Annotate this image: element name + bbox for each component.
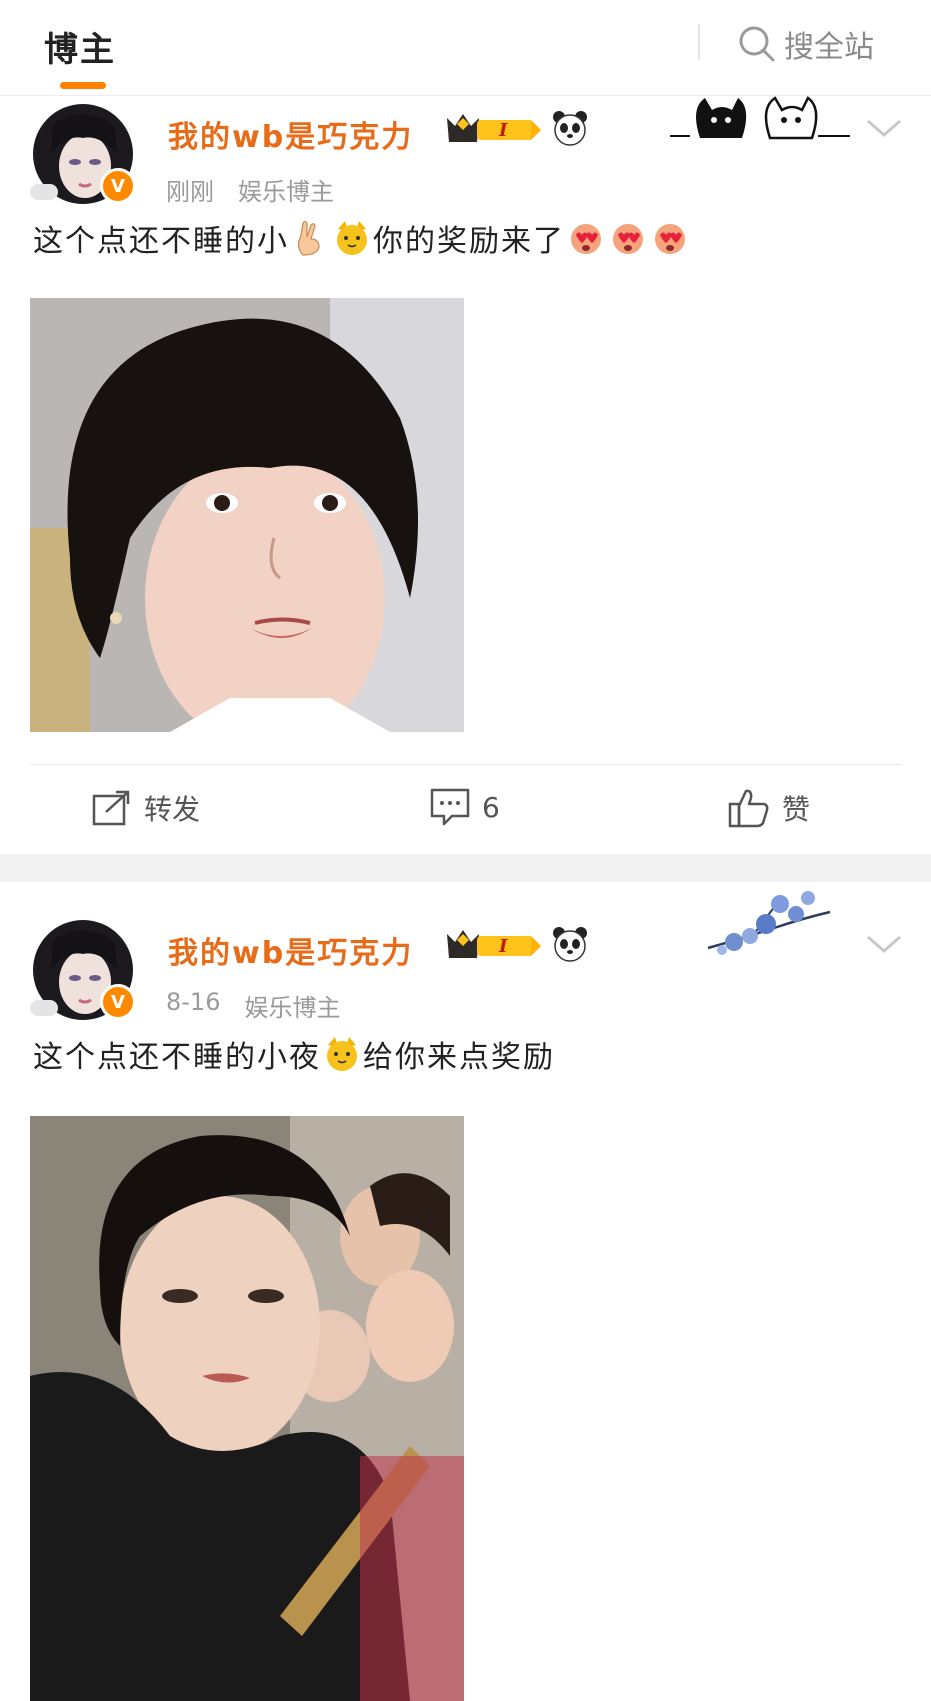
top-bar: 博主 搜全站 xyxy=(0,0,931,96)
victory-hand-icon xyxy=(297,220,320,256)
post-separator xyxy=(0,854,931,882)
avatar-pendant xyxy=(30,1000,58,1016)
divider xyxy=(698,24,700,60)
thumbs-up-icon xyxy=(728,789,769,828)
username[interactable]: 我的wb是巧克力 xyxy=(168,928,413,972)
post-text-part: 这个点还不睡的小 xyxy=(33,224,289,259)
comment-count: 6 xyxy=(482,790,500,824)
author-category: 娱乐博主 xyxy=(238,178,334,206)
actions-divider xyxy=(30,764,901,765)
post-text-part: 你的奖励来了 xyxy=(373,224,565,259)
member-crown-badge-icon: I xyxy=(447,930,541,958)
post-text: 这个点还不睡的小 你的奖励来了 xyxy=(33,216,691,260)
heart-eyes-icon xyxy=(571,224,601,254)
panda-icon xyxy=(553,111,587,146)
plum-blossom-decoration-icon xyxy=(707,891,831,955)
comment-button[interactable]: 6 xyxy=(430,788,500,826)
search-label: 搜全站 xyxy=(784,30,874,65)
cat-face-icon xyxy=(337,221,367,255)
post-card[interactable]: V 我的wb是巧克力 I 刚刚 娱乐博主 这个点还不睡的小 你的奖励来了 转发 … xyxy=(0,96,931,854)
post-image[interactable] xyxy=(30,298,464,732)
post-meta: 刚刚 娱乐博主 xyxy=(166,172,334,207)
chevron-down-icon[interactable] xyxy=(866,118,902,138)
like-label: 赞 xyxy=(782,793,811,826)
cat-face-icon xyxy=(327,1037,357,1071)
timestamp: 刚刚 xyxy=(166,178,214,206)
level-badge: I xyxy=(498,936,508,957)
panda-icon xyxy=(553,927,587,962)
search-all-button[interactable]: 搜全站 xyxy=(738,22,874,66)
tab-bloggers[interactable]: 博主 xyxy=(44,22,116,71)
post-card[interactable]: V 我的wb是巧克力 I 8-16 娱乐博主 这个点还不睡的小夜 给你来点奖励 xyxy=(0,882,931,1701)
verified-badge-icon: V xyxy=(100,168,136,204)
heart-eyes-icon xyxy=(613,224,643,254)
like-button[interactable]: 赞 xyxy=(728,788,810,828)
member-crown-badge-icon: I xyxy=(447,114,541,142)
cat-sticker-decoration-icon xyxy=(670,96,850,140)
post-text: 这个点还不睡的小夜 给你来点奖励 xyxy=(33,1032,555,1076)
author-category: 娱乐博主 xyxy=(244,994,341,1022)
verified-badge-icon: V xyxy=(100,984,136,1020)
repost-label: 转发 xyxy=(144,793,201,826)
chevron-down-icon[interactable] xyxy=(866,934,902,954)
repost-button[interactable]: 转发 xyxy=(92,788,200,828)
post-image[interactable] xyxy=(30,1116,464,1701)
heart-eyes-icon xyxy=(655,224,685,254)
post-meta: 8-16 娱乐博主 xyxy=(166,988,340,1023)
post-text-part: 给你来点奖励 xyxy=(363,1040,555,1075)
search-icon xyxy=(739,26,775,62)
username[interactable]: 我的wb是巧克力 xyxy=(168,112,413,156)
avatar-pendant xyxy=(30,184,58,200)
repost-icon xyxy=(92,790,130,826)
timestamp: 8-16 xyxy=(166,988,221,1016)
tab-active-indicator xyxy=(60,82,106,89)
level-badge: I xyxy=(498,120,508,141)
comment-icon xyxy=(430,788,470,826)
post-text-part: 这个点还不睡的小夜 xyxy=(33,1040,321,1075)
